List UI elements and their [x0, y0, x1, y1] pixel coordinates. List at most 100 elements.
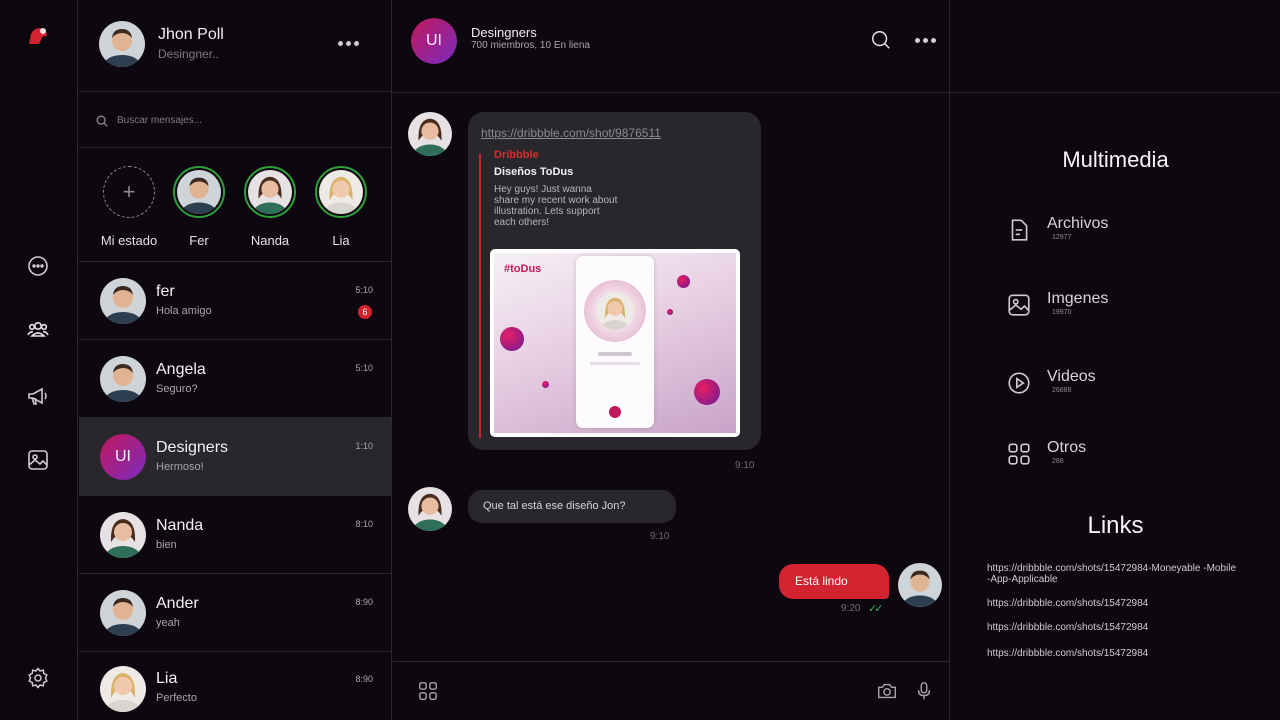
avatar: [100, 512, 146, 558]
conversation-subtitle: 700 miembros, 10 En liena: [471, 40, 590, 51]
user-avatar[interactable]: [99, 21, 145, 67]
chat-preview: yeah: [156, 617, 180, 629]
link-preview-image[interactable]: #toDus: [490, 249, 740, 437]
conversation-title: Desingners: [471, 25, 537, 40]
chat-item-designers[interactable]: UI Designers Hermoso! 1:10: [79, 418, 391, 496]
media-item-imagenes[interactable]: Imgenes 19970: [1006, 290, 1206, 322]
file-icon: [1011, 219, 1028, 241]
chats-panel: Jhon Poll Desingner.. + Mi estado Fer Na…: [79, 0, 392, 720]
preview-phone: [576, 256, 654, 428]
link-title: Diseños ToDus: [494, 166, 574, 178]
add-status-icon[interactable]: +: [103, 166, 155, 218]
chat-name: Nanda: [156, 517, 204, 534]
chat-name: Angela: [156, 361, 206, 378]
chat-item-fer[interactable]: fer Hola amigo 5:10 6: [79, 262, 391, 340]
preview-orb: [694, 379, 720, 405]
profile-more-icon[interactable]: [338, 41, 359, 46]
message-time: 9:20: [841, 603, 861, 614]
chat-preview: Hola amigo: [156, 305, 212, 317]
preview-orb: [500, 327, 524, 351]
story-nanda[interactable]: Nanda: [240, 166, 300, 248]
chat-time: 5:10: [355, 363, 373, 373]
chat-preview: Hermoso!: [156, 461, 204, 473]
avatar: [100, 356, 146, 402]
chat-preview: bien: [156, 539, 177, 551]
media-count: 268: [1052, 458, 1064, 465]
sender-avatar[interactable]: [408, 112, 452, 156]
group-avatar[interactable]: UI: [411, 18, 457, 64]
megaphone-icon[interactable]: [25, 383, 51, 409]
stories-row: + Mi estado Fer Nanda Lia: [79, 148, 391, 262]
message-composer: [393, 661, 950, 720]
app-logo-icon: [25, 23, 51, 49]
grid-icon: [1008, 443, 1030, 465]
quote-bar: [479, 154, 481, 438]
preview-orb: [542, 381, 549, 388]
shared-link[interactable]: https://dribbble.com/shots/15472984: [987, 598, 1237, 609]
media-panel: Multimedia Archivos 12977 Imgenes 19970 …: [951, 93, 1280, 720]
media-label: Videos: [1047, 368, 1096, 385]
link-message: https://dribbble.com/shot/9876511 Dribbb…: [468, 112, 761, 450]
media-count: 19970: [1052, 309, 1072, 316]
groups-icon[interactable]: [25, 316, 51, 342]
message-thread: https://dribbble.com/shot/9876511 Dribbb…: [393, 93, 950, 661]
search-input[interactable]: [117, 110, 367, 130]
shared-link[interactable]: https://dribbble.com/shots/15472984-Mone…: [987, 563, 1237, 585]
chat-bubble-icon[interactable]: [25, 253, 51, 279]
call-icon: [609, 406, 621, 418]
media-label: Imgenes: [1047, 290, 1109, 307]
own-avatar[interactable]: [898, 563, 942, 607]
gallery-icon[interactable]: [25, 447, 51, 473]
search-icon: [96, 115, 108, 127]
avatar: [177, 170, 221, 214]
camera-icon[interactable]: [876, 680, 898, 702]
media-label: Archivos: [1047, 215, 1109, 232]
apps-grid-icon[interactable]: [417, 680, 439, 702]
nav-rail: [0, 0, 78, 720]
chat-time: 5:10: [355, 285, 373, 295]
sender-avatar[interactable]: [408, 487, 452, 531]
chat-item-ander[interactable]: Ander yeah 8:90: [79, 574, 391, 652]
link-description: Hey guys! Just wanna share my recent wor…: [494, 184, 618, 228]
shared-link[interactable]: https://dribbble.com/shots/15472984: [987, 648, 1237, 659]
link-url[interactable]: https://dribbble.com/shot/9876511: [481, 126, 661, 140]
settings-gear-icon[interactable]: [25, 665, 51, 691]
own-message: Está lindo: [779, 564, 889, 599]
story-fer[interactable]: Fer: [169, 166, 229, 248]
story-lia[interactable]: Lia: [311, 166, 371, 248]
conversation-more-icon[interactable]: [915, 38, 936, 43]
user-profile: Jhon Poll Desingner..: [79, 0, 391, 92]
chat-item-lia[interactable]: Lia Perfecto 8:90: [79, 652, 391, 712]
chat-name: Lia: [156, 670, 178, 687]
links-heading: Links: [1087, 512, 1144, 539]
chat-item-nanda[interactable]: Nanda bien 8:10: [79, 496, 391, 574]
chat-time: 8:90: [355, 674, 373, 684]
avatar: [596, 292, 634, 330]
unread-badge: 6: [358, 305, 372, 319]
microphone-icon[interactable]: [913, 680, 935, 702]
chat-item-angela[interactable]: Angela Seguro? 5:10: [79, 340, 391, 418]
media-item-videos[interactable]: Videos 26888: [1006, 368, 1206, 400]
media-count: 12977: [1052, 234, 1072, 241]
preview-orb: [677, 275, 690, 288]
avatar: UI: [100, 434, 146, 480]
chat-name: Ander: [156, 595, 199, 612]
chat-list: fer Hola amigo 5:10 6 Angela Seguro? 5:1…: [79, 262, 391, 712]
play-icon: [1008, 372, 1030, 394]
shared-link[interactable]: https://dribbble.com/shots/15472984: [987, 622, 1237, 633]
user-name: Jhon Poll: [158, 26, 224, 43]
avatar: [100, 278, 146, 324]
chat-time: 8:10: [355, 519, 373, 529]
chat-time: 8:90: [355, 597, 373, 607]
conversation-header: UI Desingners 700 miembros, 10 En liena: [393, 0, 949, 92]
chat-time: 1:10: [355, 441, 373, 451]
story-label: Mi estado: [100, 233, 158, 248]
story-my-status[interactable]: + Mi estado: [99, 166, 159, 248]
avatar: [100, 590, 146, 636]
search-icon[interactable]: [870, 29, 892, 51]
story-label: Lia: [332, 233, 350, 248]
chat-name: Designers: [156, 439, 229, 456]
media-item-otros[interactable]: Otros 268: [1006, 439, 1206, 471]
user-role: Desingner..: [158, 47, 219, 61]
media-item-archivos[interactable]: Archivos 12977: [1006, 215, 1206, 247]
